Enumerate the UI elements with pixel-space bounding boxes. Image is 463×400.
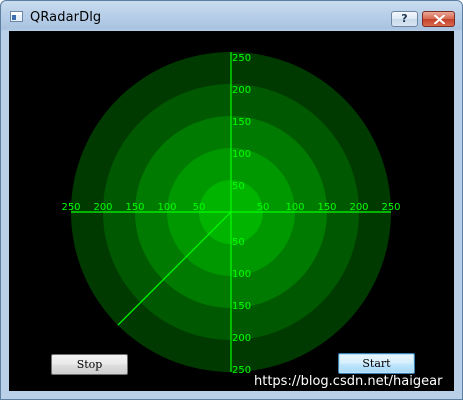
app-window-icon [10, 11, 23, 22]
close-icon [434, 15, 445, 24]
title-bar[interactable]: QRadarDlg ? [1, 1, 462, 31]
tick-label-left-200: 200 [93, 202, 112, 213]
tick-label-right-150: 150 [317, 202, 336, 213]
tick-label-bottom-100: 100 [232, 269, 251, 280]
watermark-text: https://blog.csdn.net/haigear [254, 374, 443, 389]
tick-label-left-150: 150 [125, 202, 144, 213]
tick-label-right-200: 200 [349, 202, 368, 213]
tick-label-top-100: 100 [232, 149, 251, 160]
radar-dialog-window: QRadarDlg ? 250 200 150 100 50 50 100 150 200 250… [0, 0, 463, 400]
tick-label-right-100: 100 [285, 202, 304, 213]
tick-label-left-250: 250 [61, 202, 80, 213]
tick-label-right-50: 50 [257, 202, 270, 213]
tick-label-top-50: 50 [232, 181, 245, 192]
tick-label-top-200: 200 [232, 85, 251, 96]
tick-label-left-100: 100 [157, 202, 176, 213]
radar-display: 250 200 150 100 50 50 100 150 200 250 250 200 150 100… [61, 52, 401, 376]
close-button[interactable] [422, 11, 455, 27]
tick-label-top-250: 250 [232, 53, 251, 64]
radar-client-area: 250 200 150 100 50 50 100 150 200 250 250 200 150 100… [9, 31, 454, 391]
window-title: QRadarDlg [30, 10, 102, 25]
tick-label-right-250: 250 [381, 202, 400, 213]
tick-label-left-50: 50 [193, 202, 206, 213]
tick-label-bottom-150: 150 [232, 301, 251, 312]
stop-button[interactable]: Stop [51, 354, 128, 375]
help-button[interactable]: ? [391, 11, 418, 27]
tick-label-bottom-200: 200 [232, 333, 251, 344]
start-button[interactable]: Start [338, 353, 415, 374]
tick-label-bottom-250: 250 [232, 365, 251, 376]
tick-label-bottom-50: 50 [232, 237, 245, 248]
tick-label-top-150: 150 [232, 117, 251, 128]
